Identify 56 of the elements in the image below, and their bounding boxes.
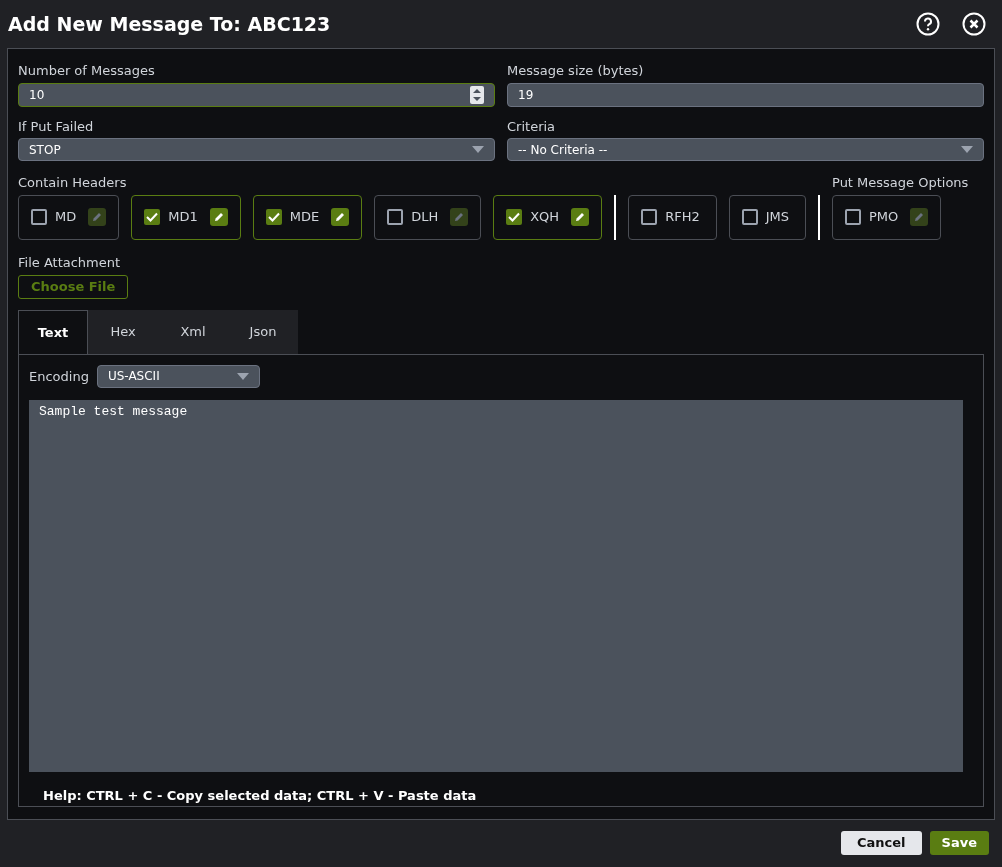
message-textarea[interactable]: Sample test message	[29, 399, 963, 772]
number-input[interactable]: 10	[18, 82, 495, 107]
checkbox[interactable]	[641, 209, 658, 225]
header-label: XQH	[530, 208, 560, 227]
header-option[interactable]: MD	[18, 194, 120, 240]
dialog-title: Add New Message To: ABC123	[8, 11, 331, 37]
edit-icon[interactable]	[209, 208, 228, 226]
header-option[interactable]: JMS	[728, 194, 806, 240]
close-icon[interactable]	[962, 12, 986, 36]
tab[interactable]: Text	[18, 309, 88, 354]
put-failed-select[interactable]: STOP	[18, 138, 495, 161]
header-option[interactable]: MDE	[252, 194, 363, 240]
criteria-select[interactable]: -- No Criteria --	[507, 138, 984, 161]
header-option[interactable]: DLH	[374, 194, 482, 240]
encoding-label: Encoding	[29, 367, 89, 386]
checkbox[interactable]	[387, 209, 404, 225]
dropdown-caret-icon	[236, 372, 249, 380]
header-label: JMS	[765, 208, 789, 227]
help-text: Help: CTRL + C - Copy selected data; CTRL + V - Paste data	[43, 786, 478, 805]
checkbox[interactable]	[741, 209, 758, 225]
encoding-select[interactable]: US-ASCII	[96, 364, 260, 388]
dropdown-caret-icon	[961, 146, 973, 153]
checkbox[interactable]	[845, 209, 861, 225]
edit-icon[interactable]	[331, 208, 350, 226]
help-icon[interactable]	[916, 12, 940, 36]
header-option[interactable]: RFH2	[628, 194, 717, 240]
edit-icon[interactable]	[571, 208, 590, 226]
header-label: DLH	[411, 208, 439, 227]
dropdown-caret-icon	[472, 146, 484, 153]
checkbox[interactable]	[265, 209, 282, 225]
field-label: File Attachment	[18, 253, 122, 272]
cancel-button[interactable]: Cancel	[841, 831, 922, 855]
size-input[interactable]: 19	[507, 82, 984, 107]
field-label: Contain Headers	[18, 174, 128, 192]
header-label: PMO	[869, 208, 899, 227]
header-label: MD	[55, 208, 77, 227]
stepper-icon[interactable]	[470, 85, 484, 104]
header-label: MDE	[289, 208, 320, 227]
field-label: Number of Messages	[18, 62, 156, 80]
header-label: RFH2	[665, 208, 700, 227]
header-option[interactable]: XQH	[493, 194, 603, 240]
field-label: Message size (bytes)	[507, 62, 645, 80]
tab[interactable]: Xml	[158, 309, 228, 354]
checkbox[interactable]	[506, 209, 523, 225]
header-option[interactable]: MD1	[131, 194, 241, 240]
header-label: MD1	[168, 208, 198, 227]
field-label: Put Message Options	[832, 174, 969, 192]
field-label: If Put Failed	[18, 117, 95, 136]
checkbox[interactable]	[144, 209, 161, 225]
header-option[interactable]: PMO	[832, 194, 942, 240]
field-label: Criteria	[507, 117, 557, 136]
tab[interactable]: Json	[228, 309, 298, 354]
tab[interactable]: Hex	[88, 309, 158, 354]
checkbox[interactable]	[31, 209, 47, 225]
choose-file-button[interactable]: Choose File	[18, 274, 129, 299]
save-button[interactable]: Save	[929, 831, 989, 855]
